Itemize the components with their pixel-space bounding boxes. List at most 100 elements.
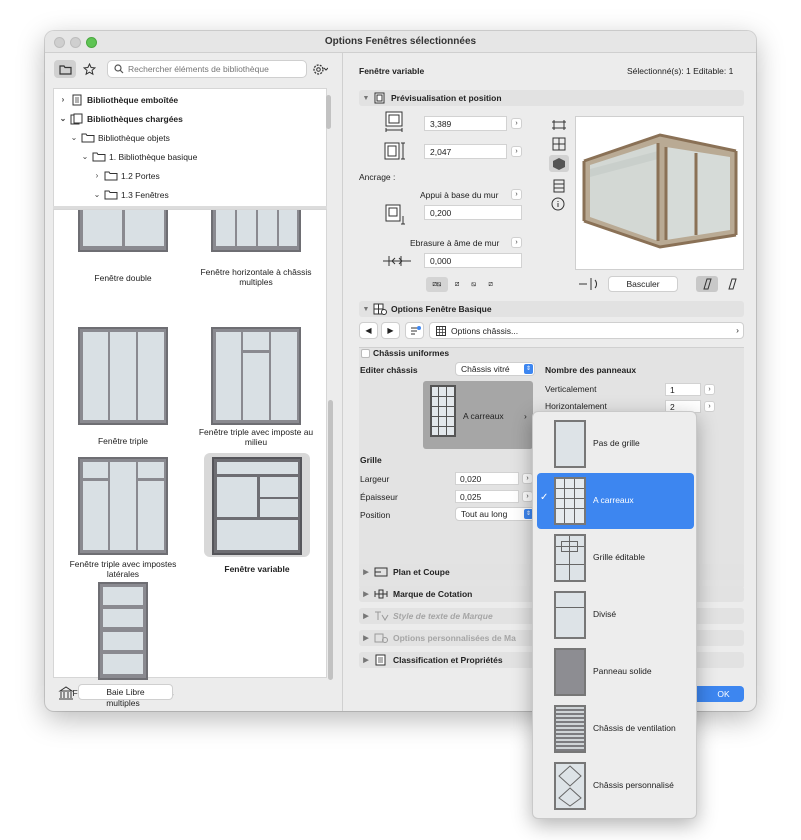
page-extras-button[interactable] [405, 322, 424, 339]
library-item-double-window[interactable]: Fenêtre double [58, 210, 188, 290]
object-name: Fenêtre variable [359, 66, 425, 76]
height-options-button[interactable]: › [511, 146, 522, 157]
mirror-icon[interactable] [577, 276, 603, 292]
chevron-down-icon[interactable]: ⌄ [58, 114, 68, 123]
folder-icon [104, 190, 118, 200]
library-settings-button[interactable] [309, 60, 331, 78]
section-basic-header[interactable]: ▼ Options Fenêtre Basique [359, 301, 744, 317]
library-item-horizontal-window[interactable]: Fenêtre horizontale à châssis multiples [191, 210, 321, 290]
window-thumbnail [211, 210, 301, 252]
grid-heading: Grille [360, 455, 382, 465]
anchor-mode-4-icon[interactable]: ⧄ [483, 277, 498, 292]
3d-preview[interactable] [575, 116, 744, 270]
popup-item-solid-panel[interactable]: Panneau solide [537, 644, 694, 700]
horizontal-count-options[interactable]: › [704, 401, 715, 412]
favorites-button[interactable] [78, 60, 100, 78]
popup-item-editable-grid[interactable]: Grille éditable [537, 530, 694, 586]
triangle-down-icon: ▼ [362, 305, 370, 313]
grid-position-select[interactable]: Tout au long ⇕ [455, 507, 535, 521]
page-next-button[interactable]: ▶ [381, 322, 400, 339]
library-item-triple-side-transoms[interactable]: Fenêtre triple avec impostes latérales [58, 457, 188, 579]
folder-view-button[interactable] [54, 60, 76, 78]
vertical-count-field[interactable]: 1 [665, 383, 701, 396]
sill-reference-select[interactable]: Appui à base du mur [420, 190, 498, 200]
width-field[interactable]: 3,389 [424, 116, 507, 131]
folder-icon [92, 152, 106, 162]
library-item-triple-center-transom[interactable]: Fenêtre triple avec imposte au milieu [191, 327, 321, 447]
options-page-select[interactable]: Options châssis... › [429, 322, 744, 339]
door-swing-icon [728, 278, 737, 290]
libraries-stack-icon [70, 113, 83, 124]
page-prev-button[interactable]: ◀ [359, 322, 378, 339]
tree-item-doors[interactable]: › 1.2 Portes [92, 166, 160, 185]
library-tree: › Bibliothèque emboîtée ⌄ Bibliothèques … [53, 88, 331, 208]
flip-button[interactable]: Basculer [608, 276, 678, 292]
chevron-right-icon[interactable]: › [58, 95, 68, 104]
window-thumbnail [78, 327, 168, 425]
chevron-down-icon[interactable]: ⌄ [80, 152, 90, 161]
preview-view-buttons [549, 117, 569, 211]
sill-reference-chevron[interactable]: › [511, 189, 522, 200]
reveal-reference-select[interactable]: Ebrasure à âme de mur [410, 238, 499, 248]
search-input[interactable] [128, 64, 298, 74]
library-item-triple-window[interactable]: Fenêtre triple [58, 327, 188, 447]
tree-scrollbar[interactable] [326, 95, 331, 129]
opening-side-button-1[interactable] [696, 276, 718, 292]
width-options-button[interactable]: › [511, 118, 522, 129]
tree-item-windows[interactable]: ⌄ 1.3 Fenêtres [92, 185, 169, 204]
library-manager-button[interactable] [55, 684, 77, 702]
grid-scrollbar[interactable] [328, 400, 333, 680]
library-search-box[interactable] [107, 60, 307, 78]
chevron-down-icon[interactable]: ⌄ [69, 133, 79, 142]
folder-icon [104, 171, 118, 181]
panel-divider [342, 53, 343, 711]
anchor-mode-1-icon[interactable]: ⧄⧅ [426, 277, 448, 292]
section-preview-header[interactable]: ▼ Prévisualisation et position [359, 90, 744, 106]
grid-thickness-label: Épaisseur [360, 492, 398, 502]
popup-item-custom[interactable]: Châssis personnalisé [537, 758, 694, 814]
anchor-label: Ancrage : [359, 172, 396, 182]
popup-item-divided[interactable]: Divisé [537, 587, 694, 643]
tree-item-basic-library[interactable]: ⌄ 1. Bibliothèque basique [80, 147, 197, 166]
edit-sash-select[interactable]: Châssis vitré ⇕ [455, 362, 535, 376]
front-view-icon[interactable] [551, 137, 567, 151]
popup-item-ventilation[interactable]: Châssis de ventilation [537, 701, 694, 757]
search-icon [114, 64, 124, 74]
baie-libre-button[interactable]: Baie Libre [78, 684, 173, 700]
horizontal-label: Horizontalement [545, 401, 607, 411]
selected-item-label: Fenêtre variable [224, 564, 290, 574]
grid-preview-icon [430, 385, 456, 437]
opening-side-button-2[interactable] [721, 276, 743, 292]
chevron-down-icon[interactable]: ⌄ [92, 190, 102, 199]
anchor-mode-buttons: ⧄⧅ ⧄ ⧅ ⧄ [426, 277, 498, 292]
custom-options-icon [374, 633, 388, 643]
star-icon [82, 62, 96, 75]
anchor-mode-2-icon[interactable]: ⧄ [450, 277, 465, 292]
chevron-right-icon[interactable]: › [92, 171, 102, 180]
reveal-reference-chevron[interactable]: › [511, 237, 522, 248]
library-item-variable-window[interactable] [204, 453, 310, 557]
3d-view-button[interactable] [549, 155, 569, 172]
tree-item-object-library[interactable]: ⌄ Bibliothèque objets [69, 128, 170, 147]
sill-height-field[interactable]: 0,200 [424, 205, 522, 220]
anchor-mode-3-icon[interactable]: ⧅ [466, 277, 481, 292]
grid-width-field[interactable]: 0,020 [455, 472, 519, 485]
grid-type-button[interactable]: A carreaux › [423, 381, 533, 449]
tree-item-loaded-libraries[interactable]: ⌄ Bibliothèques chargées [58, 109, 183, 128]
window-title: Options Fenêtres sélectionnées [324, 36, 477, 47]
editable-grid-icon [554, 534, 586, 582]
info-icon[interactable] [551, 197, 565, 211]
plan-view-icon[interactable] [551, 119, 567, 131]
cube-icon [553, 158, 565, 170]
reveal-depth-field[interactable]: 0,000 [424, 253, 522, 268]
tree-item-nested-library[interactable]: › Bibliothèque emboîtée [58, 90, 178, 109]
height-field[interactable]: 2,047 [424, 144, 507, 159]
uniform-sashes-checkbox[interactable] [361, 349, 370, 358]
title-bar: Options Fenêtres sélectionnées [45, 31, 756, 53]
window-thumbnail [211, 327, 301, 425]
popup-item-grid[interactable]: ✓ A carreaux [537, 473, 694, 529]
vertical-count-options[interactable]: › [704, 384, 715, 395]
section-view-icon[interactable] [551, 179, 567, 193]
popup-item-no-grid[interactable]: Pas de grille [537, 416, 694, 472]
grid-thickness-field[interactable]: 0,025 [455, 490, 519, 503]
